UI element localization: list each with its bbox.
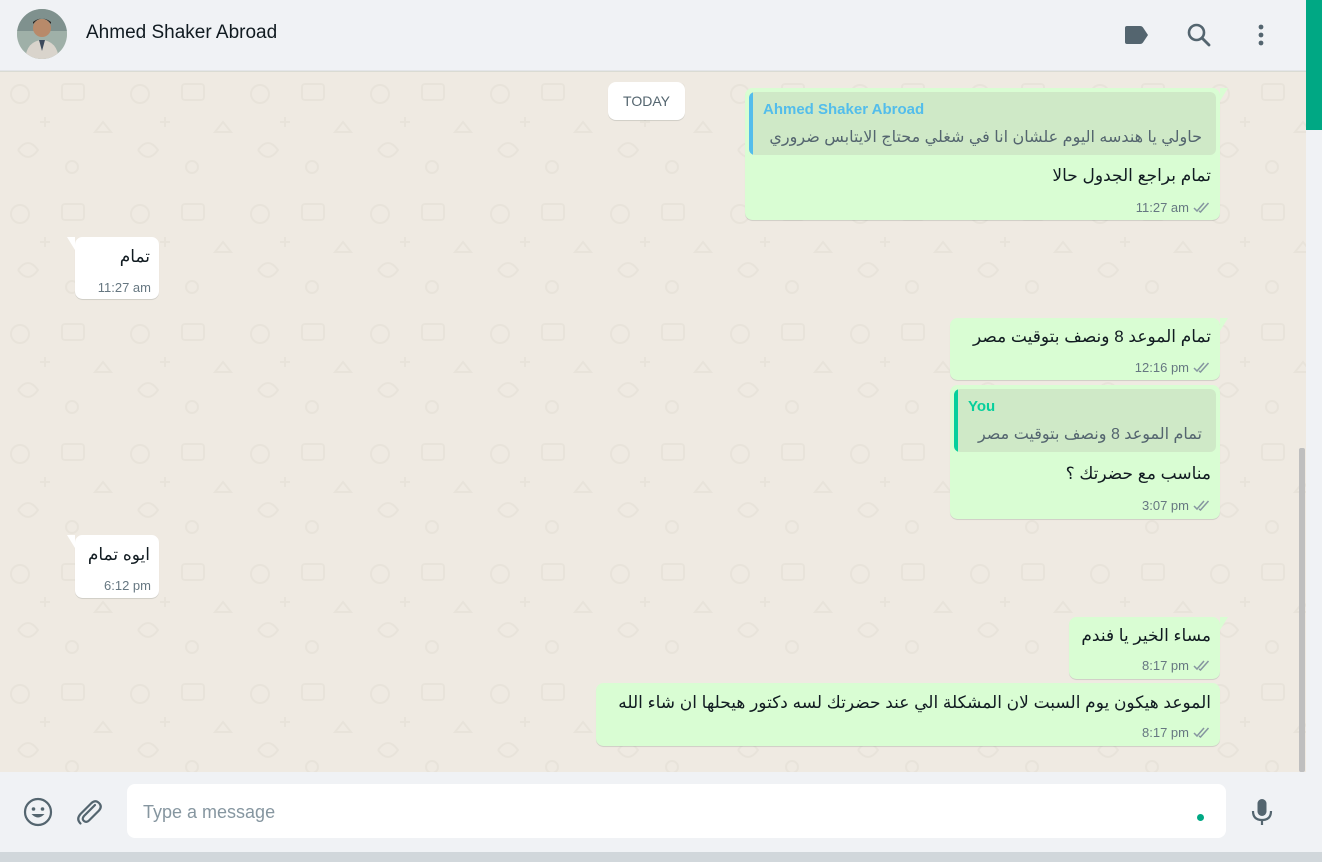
message-meta: 11:27 am bbox=[1136, 200, 1211, 215]
contact-name[interactable]: Ahmed Shaker Abroad bbox=[86, 22, 277, 44]
message-text: مساء الخير يا فندم bbox=[1081, 626, 1211, 645]
message-meta: 11:27 am bbox=[98, 280, 151, 295]
message-time: 8:17 pm bbox=[1142, 725, 1189, 740]
label-icon[interactable] bbox=[1121, 20, 1151, 50]
emoji-icon[interactable] bbox=[22, 796, 54, 828]
double-check-icon bbox=[1193, 500, 1210, 511]
message-time: 11:27 am bbox=[97, 280, 151, 295]
message-meta: 3:07 pm bbox=[1142, 498, 1211, 513]
quote-accent-bar bbox=[954, 389, 958, 452]
menu-icon[interactable] bbox=[1246, 20, 1276, 50]
message-input[interactable] bbox=[141, 794, 1175, 830]
message-meta: 6:12 pm bbox=[104, 578, 151, 593]
message-text: مناسب مع حضرتك ؟ bbox=[1065, 464, 1211, 483]
avatar[interactable] bbox=[17, 9, 67, 59]
quote-accent-bar bbox=[749, 92, 753, 155]
composer-bar bbox=[0, 772, 1306, 852]
message-text: ايوه تمام bbox=[87, 545, 150, 564]
quoted-message[interactable]: Ahmed Shaker Abroad حاولي يا هندسه اليوم… bbox=[749, 92, 1216, 155]
message-bubble-outgoing[interactable]: الموعد هيكون يوم السبت لان المشكلة الي ع… bbox=[596, 683, 1220, 746]
message-text: تمام براجع الجدول حالا bbox=[1052, 166, 1211, 185]
double-check-icon bbox=[1193, 727, 1210, 738]
status-dot bbox=[1197, 814, 1204, 821]
message-composer[interactable] bbox=[127, 784, 1226, 838]
chat-header: Ahmed Shaker Abroad bbox=[0, 0, 1306, 71]
message-meta: 12:16 pm bbox=[1135, 360, 1211, 375]
message-bubble-outgoing[interactable]: You تمام الموعد 8 ونصف بتوقيت مصر مناسب … bbox=[950, 385, 1220, 519]
quoted-message[interactable]: You تمام الموعد 8 ونصف بتوقيت مصر bbox=[954, 389, 1216, 452]
message-text: الموعد هيكون يوم السبت لان المشكلة الي ع… bbox=[618, 693, 1211, 712]
message-time: 8:17 pm bbox=[1142, 658, 1189, 673]
message-text: تمام bbox=[119, 247, 150, 266]
quoted-author: You bbox=[968, 398, 996, 415]
microphone-icon[interactable] bbox=[1246, 796, 1278, 828]
quoted-text: حاولي يا هندسه اليوم علشان انا في شغلي م… bbox=[769, 129, 1202, 146]
message-text: تمام الموعد 8 ونصف بتوقيت مصر bbox=[972, 327, 1211, 346]
message-time: 11:27 am bbox=[1135, 200, 1189, 215]
message-bubble-incoming[interactable]: تمام 11:27 am bbox=[67, 237, 159, 299]
quoted-author: Ahmed Shaker Abroad bbox=[763, 101, 925, 118]
message-bubble-outgoing[interactable]: تمام الموعد 8 ونصف بتوقيت مصر 12:16 pm bbox=[950, 318, 1228, 380]
window-bottom-edge bbox=[0, 852, 1322, 862]
scrollbar-thumb[interactable] bbox=[1299, 448, 1305, 772]
quoted-text: تمام الموعد 8 ونصف بتوقيت مصر bbox=[977, 426, 1202, 443]
double-check-icon bbox=[1193, 660, 1210, 671]
accent-strip bbox=[1306, 0, 1322, 130]
message-time: 3:07 pm bbox=[1142, 498, 1189, 513]
message-time: 6:12 pm bbox=[104, 578, 151, 593]
message-time: 12:16 pm bbox=[1134, 360, 1189, 375]
message-bubble-outgoing[interactable]: مساء الخير يا فندم 8:17 pm bbox=[1069, 617, 1228, 679]
date-divider: TODAY bbox=[608, 82, 685, 120]
double-check-icon bbox=[1193, 362, 1210, 373]
message-meta: 8:17 pm bbox=[1142, 658, 1211, 673]
message-bubble-outgoing[interactable]: Ahmed Shaker Abroad حاولي يا هندسه اليوم… bbox=[745, 88, 1228, 220]
message-bubble-incoming[interactable]: ايوه تمام 6:12 pm bbox=[67, 535, 159, 598]
chat-window: Ahmed Shaker Abroad TODAY Ahmed Shaker A… bbox=[0, 0, 1322, 862]
attach-icon[interactable] bbox=[73, 796, 105, 828]
search-icon[interactable] bbox=[1184, 20, 1214, 50]
message-meta: 8:17 pm bbox=[1142, 725, 1211, 740]
double-check-icon bbox=[1193, 202, 1210, 213]
